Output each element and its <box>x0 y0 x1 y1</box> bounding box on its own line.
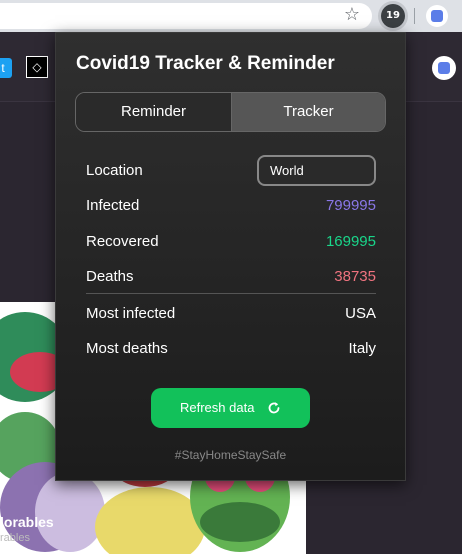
page-avatar-icon[interactable] <box>432 56 456 80</box>
refresh-label: Refresh data <box>180 400 255 415</box>
artwork-title: lorables <box>0 514 54 530</box>
address-bar[interactable] <box>0 3 372 29</box>
location-label: Location <box>86 162 143 179</box>
extension-popup: Covid19 Tracker & Reminder Reminder Trac… <box>55 32 406 481</box>
covid-extension-icon[interactable]: 19 <box>381 4 405 28</box>
refresh-icon <box>268 402 280 414</box>
deaths-label: Deaths <box>86 268 134 285</box>
infected-label: Infected <box>86 197 140 214</box>
recovered-row: Recovered 169995 <box>86 230 376 254</box>
most-infected-label: Most infected <box>86 305 176 322</box>
infected-row: Infected 799995 <box>86 194 376 218</box>
most-deaths-row: Most deaths Italy <box>86 337 376 361</box>
artwork-subtitle: rables <box>0 532 30 544</box>
toolbar-divider <box>414 8 415 24</box>
star-icon[interactable]: ☆ <box>342 5 362 25</box>
location-input[interactable] <box>259 157 374 184</box>
tab-reminder[interactable]: Reminder <box>76 93 231 131</box>
most-deaths-value: Italy <box>348 340 376 357</box>
location-field-wrapper <box>257 155 376 186</box>
popup-title: Covid19 Tracker & Reminder <box>76 53 335 74</box>
location-row: Location <box>86 155 376 186</box>
hashtag-footer: #StayHomeStaySafe <box>174 448 287 462</box>
twitter-icon[interactable]: t <box>0 58 12 78</box>
most-deaths-label: Most deaths <box>86 340 168 357</box>
most-infected-row: Most infected USA <box>86 302 376 326</box>
codepen-icon[interactable]: ◇ <box>26 56 48 78</box>
profile-icon[interactable] <box>426 5 448 27</box>
browser-toolbar: ☆ 19 <box>0 0 462 32</box>
stats-divider <box>86 293 376 294</box>
refresh-data-button[interactable]: Refresh data <box>151 388 310 428</box>
infected-value: 799995 <box>325 197 376 214</box>
deaths-value: 38735 <box>334 268 376 285</box>
tab-tracker[interactable]: Tracker <box>231 93 385 131</box>
deaths-row: Deaths 38735 <box>86 265 376 289</box>
tab-switcher: Reminder Tracker <box>75 92 386 132</box>
most-infected-value: USA <box>345 305 376 322</box>
recovered-value: 169995 <box>325 233 376 250</box>
recovered-label: Recovered <box>86 233 159 250</box>
